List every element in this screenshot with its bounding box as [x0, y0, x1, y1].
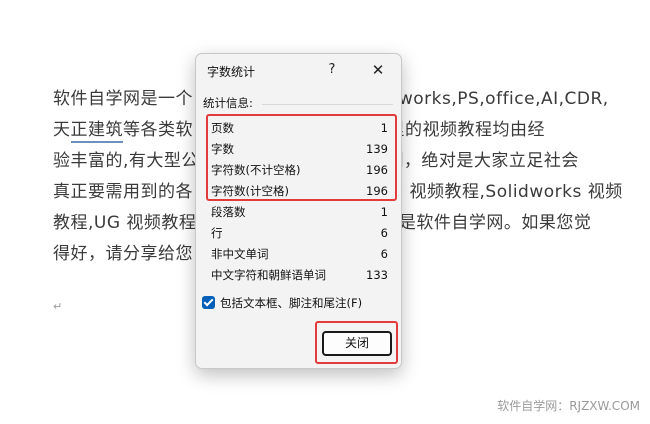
stat-row-cjk-chars: 中文字符和朝鲜语单词 133	[211, 265, 396, 286]
stat-label: 段落数	[211, 205, 246, 219]
dialog-title: 字数统计	[207, 65, 256, 79]
stat-value: 1	[380, 205, 388, 219]
dialog-titlebar[interactable]: 字数统计 ? ✕	[196, 54, 401, 86]
section-divider	[262, 104, 393, 105]
stat-label: 行	[211, 226, 223, 240]
stat-row-paragraphs: 段落数 1	[211, 202, 396, 223]
stats-highlight-box	[206, 114, 397, 201]
section-label: 统计信息:	[203, 96, 253, 110]
paragraph-mark: ↵	[53, 300, 63, 313]
close-icon[interactable]: ✕	[366, 58, 390, 82]
close-button[interactable]: 关闭	[322, 331, 392, 356]
watermark: 软件自学网：RJZXW.COM	[497, 399, 640, 413]
stat-row-non-chinese-words: 非中文单词 6	[211, 244, 396, 265]
underlined-word: 正建筑	[70, 120, 123, 143]
include-textboxes-checkbox[interactable]	[202, 296, 215, 309]
stat-value: 133	[366, 268, 388, 282]
include-textboxes-label[interactable]: 包括文本框、脚注和尾注(F)	[220, 295, 362, 311]
stat-value: 6	[380, 247, 388, 261]
stat-label: 中文字符和朝鲜语单词	[211, 268, 326, 282]
stat-value: 6	[380, 226, 388, 240]
stat-label: 非中文单词	[211, 247, 269, 261]
stat-row-lines: 行6	[211, 223, 396, 244]
help-button[interactable]: ?	[321, 58, 343, 82]
